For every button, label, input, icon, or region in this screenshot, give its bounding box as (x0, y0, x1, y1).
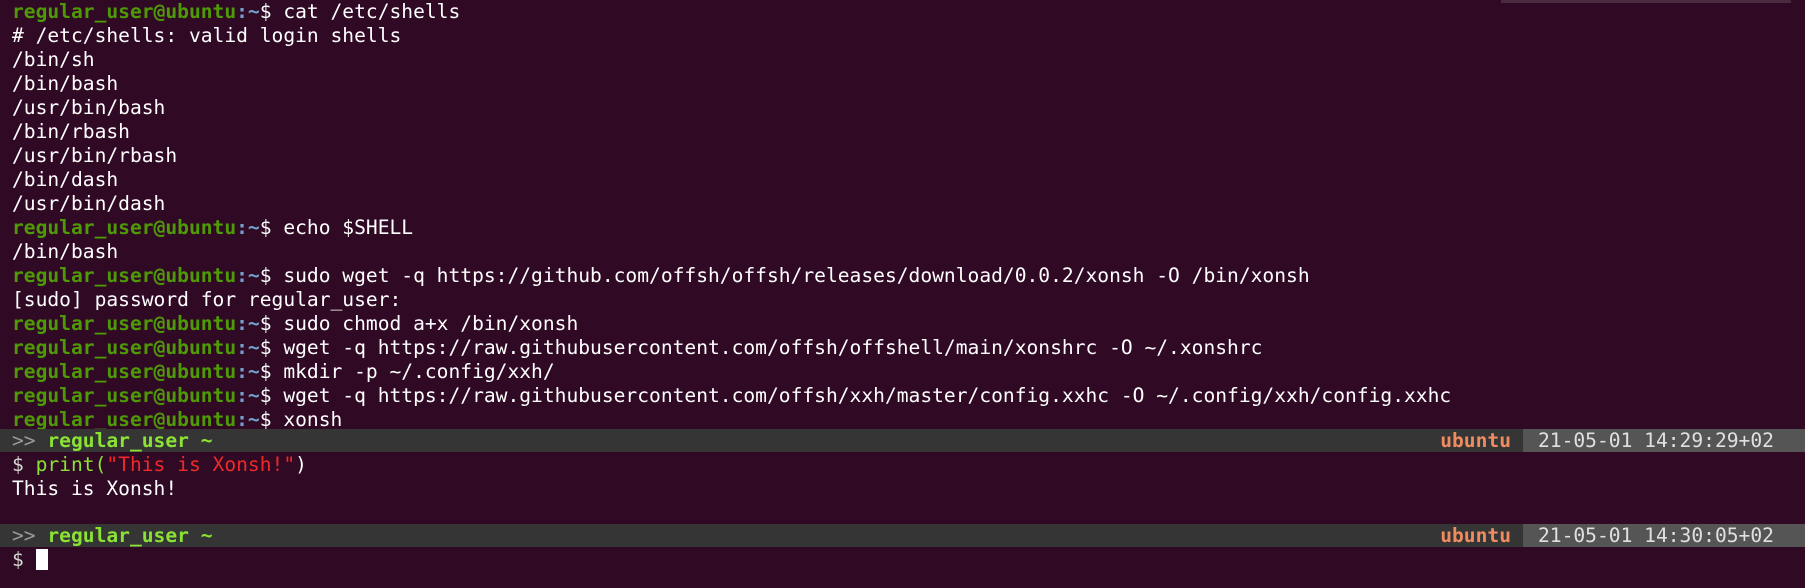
prompt-line: regular_user@ubuntu:~$ sudo wget -q http… (12, 264, 1310, 288)
prompt-user-host: regular_user@ubuntu (12, 264, 237, 287)
code-string: "This is Xonsh!" (106, 453, 296, 476)
output-line: /bin/dash (12, 168, 119, 191)
prompt-line: regular_user@ubuntu:~$ echo $SHELL (12, 216, 413, 240)
status-host: ubuntu (1440, 429, 1511, 452)
prompt-symbol: $ (259, 408, 284, 431)
output-line: This is Xonsh! (12, 477, 178, 500)
prompt-symbol: $ (259, 264, 284, 287)
status-bar-left: >> regular_user ~ (12, 524, 213, 547)
prompt-line: regular_user@ubuntu:~$ sudo chmod a+x /b… (12, 312, 578, 336)
prompt-path: :~ (236, 336, 260, 359)
prompt-line: regular_user@ubuntu:~$ cat /etc/shells (12, 0, 460, 24)
output-line: # /etc/shells: valid login shells (12, 24, 402, 47)
prompt-path: :~ (236, 264, 260, 287)
xonsh-status-bar: >> regular_user ~ ubuntu 21-05-01 14:29:… (0, 429, 1805, 452)
prompt-line: regular_user@ubuntu:~$ mkdir -p ~/.confi… (12, 360, 555, 384)
prompt-path: :~ (236, 0, 260, 23)
prompt-user-host: regular_user@ubuntu (12, 384, 237, 407)
prompt-path: :~ (236, 384, 260, 407)
prompt-user-host: regular_user@ubuntu (12, 336, 237, 359)
prompt-arrows: >> (12, 429, 48, 452)
prompt-user-host: regular_user@ubuntu (12, 216, 237, 239)
command-text: cat /etc/shells (283, 0, 461, 23)
output-line: /usr/bin/dash (12, 192, 166, 215)
prompt-symbol: $ (259, 360, 284, 383)
output-line: /bin/bash (12, 240, 119, 263)
command-text: echo $SHELL (283, 216, 414, 239)
prompt-arrows: >> (12, 524, 48, 547)
prompt-path: :~ (236, 360, 260, 383)
prompt-line: regular_user@ubuntu:~$ wget -q https://r… (12, 336, 1262, 360)
code-close-paren: ) (295, 453, 307, 476)
prompt-symbol: $ (259, 384, 284, 407)
status-user: regular_user ~ (47, 429, 213, 452)
xonsh-input-line: $ print("This is Xonsh!") (12, 453, 307, 477)
xonsh-input-line[interactable]: $ (12, 548, 48, 572)
scroll-indicator (1501, 0, 1791, 3)
status-datetime: 21-05-01 14:29:29+02 (1523, 429, 1805, 452)
output-line: /bin/rbash (12, 120, 130, 143)
prompt-symbol: $ (259, 0, 284, 23)
output-line: [sudo] password for regular_user: (12, 288, 402, 311)
command-text: sudo chmod a+x /bin/xonsh (283, 312, 579, 335)
command-text: wget -q https://raw.githubusercontent.co… (283, 384, 1452, 407)
prompt-symbol: $ (259, 312, 284, 335)
command-text: xonsh (283, 408, 343, 431)
status-bar-left: >> regular_user ~ (12, 429, 213, 452)
xonsh-status-bar: >> regular_user ~ ubuntu 21-05-01 14:30:… (0, 524, 1805, 547)
terminal-window[interactable]: regular_user@ubuntu:~$ cat /etc/shells #… (0, 0, 1805, 588)
command-text: wget -q https://raw.githubusercontent.co… (283, 336, 1263, 359)
command-text: mkdir -p ~/.config/xxh/ (283, 360, 555, 383)
prompt-path: :~ (236, 312, 260, 335)
command-text: sudo wget -q https://github.com/offsh/of… (283, 264, 1310, 287)
prompt-path: :~ (236, 408, 260, 431)
code-function: print( (35, 453, 107, 476)
status-host: ubuntu (1440, 524, 1511, 547)
text-cursor[interactable] (35, 548, 48, 570)
xonsh-prompt-symbol: $ (12, 548, 36, 571)
prompt-symbol: $ (259, 216, 284, 239)
status-user: regular_user ~ (47, 524, 213, 547)
xonsh-prompt-symbol: $ (12, 453, 36, 476)
prompt-path: :~ (236, 216, 260, 239)
prompt-line: regular_user@ubuntu:~$ wget -q https://r… (12, 384, 1451, 408)
output-line: /bin/bash (12, 72, 119, 95)
prompt-user-host: regular_user@ubuntu (12, 0, 237, 23)
output-line: /usr/bin/rbash (12, 144, 178, 167)
prompt-user-host: regular_user@ubuntu (12, 360, 237, 383)
output-line: /usr/bin/bash (12, 96, 166, 119)
prompt-user-host: regular_user@ubuntu (12, 312, 237, 335)
status-datetime: 21-05-01 14:30:05+02 (1523, 524, 1805, 547)
output-line: /bin/sh (12, 48, 95, 71)
prompt-user-host: regular_user@ubuntu (12, 408, 237, 431)
prompt-symbol: $ (259, 336, 284, 359)
